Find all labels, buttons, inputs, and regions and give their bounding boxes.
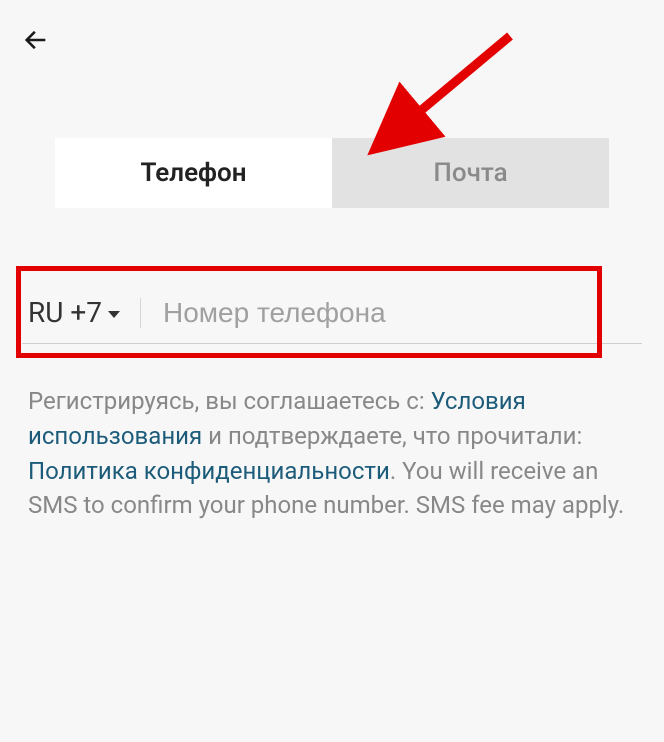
tab-email-label: Почта <box>433 158 507 188</box>
terms-pre1: Регистрируясь, вы соглашаетесь с: <box>28 387 431 415</box>
terms-text: Регистрируясь, вы соглашаетесь с: Услови… <box>28 384 636 523</box>
tab-phone[interactable]: Телефон <box>55 138 332 208</box>
terms-mid1: и подтверждаете, что прочитали: <box>202 422 582 450</box>
auth-tabs: Телефон Почта <box>55 138 609 208</box>
phone-field-row: RU +7 <box>22 288 642 344</box>
phone-number-input[interactable] <box>163 297 636 329</box>
privacy-link[interactable]: Политика конфиденциальности <box>28 457 390 485</box>
arrow-left-icon <box>22 26 50 54</box>
field-divider <box>140 298 141 328</box>
back-button[interactable] <box>20 24 52 56</box>
tab-phone-label: Телефон <box>140 158 246 188</box>
tab-email[interactable]: Почта <box>332 138 609 208</box>
chevron-down-icon <box>108 311 120 318</box>
country-code-select[interactable]: RU +7 <box>28 296 120 329</box>
country-code-label: RU +7 <box>28 296 102 329</box>
